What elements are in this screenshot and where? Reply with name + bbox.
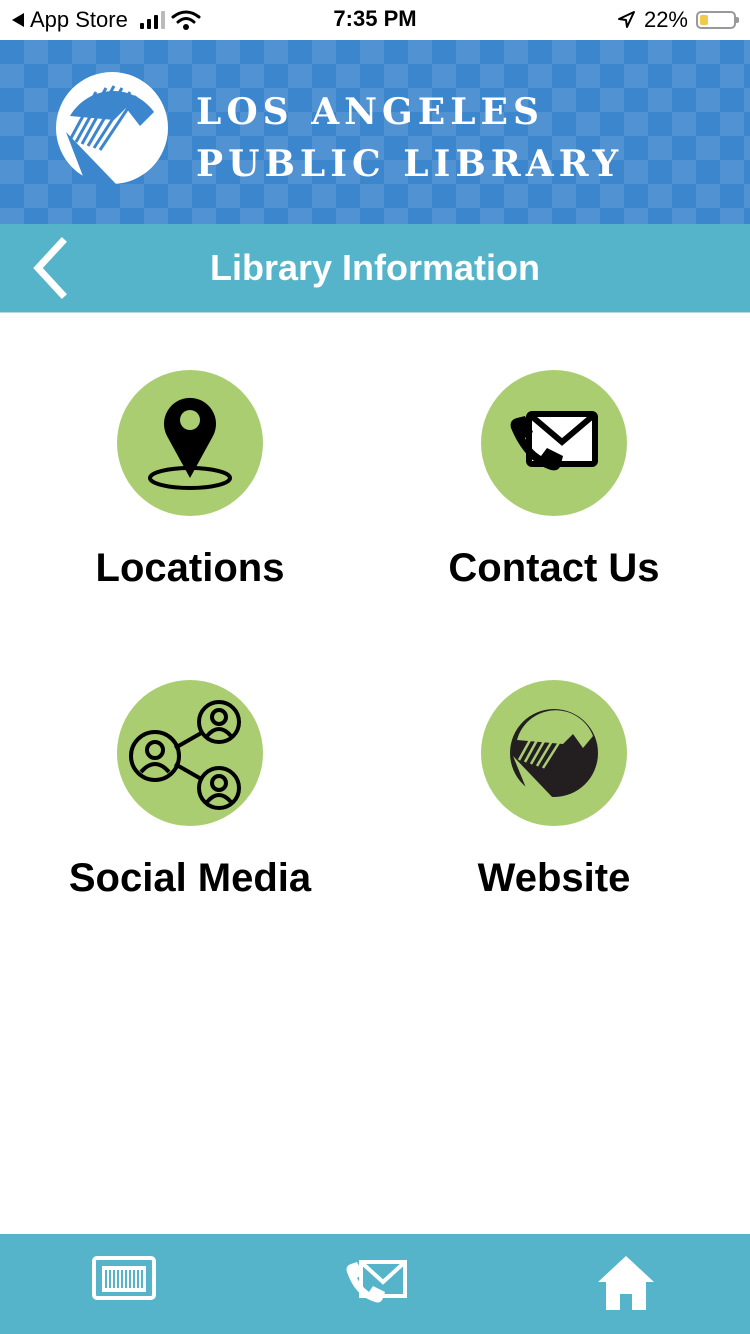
menu-label-website: Website <box>477 856 631 900</box>
library-header: LOS ANGELES PUBLIC LIBRARY <box>0 40 750 224</box>
library-name: LOS ANGELES PUBLIC LIBRARY <box>196 86 623 190</box>
menu-label-contact-us: Contact Us <box>448 546 660 590</box>
menu-label-locations: Locations <box>95 546 285 590</box>
library-card-icon <box>92 1256 156 1300</box>
tab-home[interactable] <box>586 1252 666 1316</box>
library-name-line2: PUBLIC LIBRARY <box>196 143 624 185</box>
share-people-icon <box>129 700 241 810</box>
bottom-tab-bar <box>0 1234 750 1334</box>
menu-item-social-media[interactable]: Social Media <box>10 680 370 940</box>
home-icon <box>598 1256 654 1310</box>
menu-item-locations[interactable]: Locations <box>10 370 370 630</box>
title-bar: Library Information <box>0 224 750 313</box>
library-name-line1: LOS ANGELES <box>196 91 544 133</box>
phone-mail-icon <box>346 1260 407 1303</box>
menu-label-social-media: Social Media <box>68 856 312 900</box>
phone-mail-icon <box>510 411 598 471</box>
page-title: Library Information <box>209 247 541 288</box>
battery-percent: 22% <box>643 7 688 32</box>
tab-library-card[interactable] <box>84 1252 164 1316</box>
battery-icon <box>696 11 739 29</box>
menu-item-website[interactable]: Website <box>374 680 734 940</box>
menu-item-contact-us[interactable]: Contact Us <box>374 370 734 630</box>
status-bar: App Store 7:35 PM 22% <box>0 0 750 40</box>
lapl-logo-icon <box>56 72 168 184</box>
lapl-logo-icon <box>510 709 598 800</box>
map-pin-icon <box>148 397 232 490</box>
tab-contact[interactable] <box>335 1252 415 1316</box>
location-arrow-icon <box>617 11 635 28</box>
